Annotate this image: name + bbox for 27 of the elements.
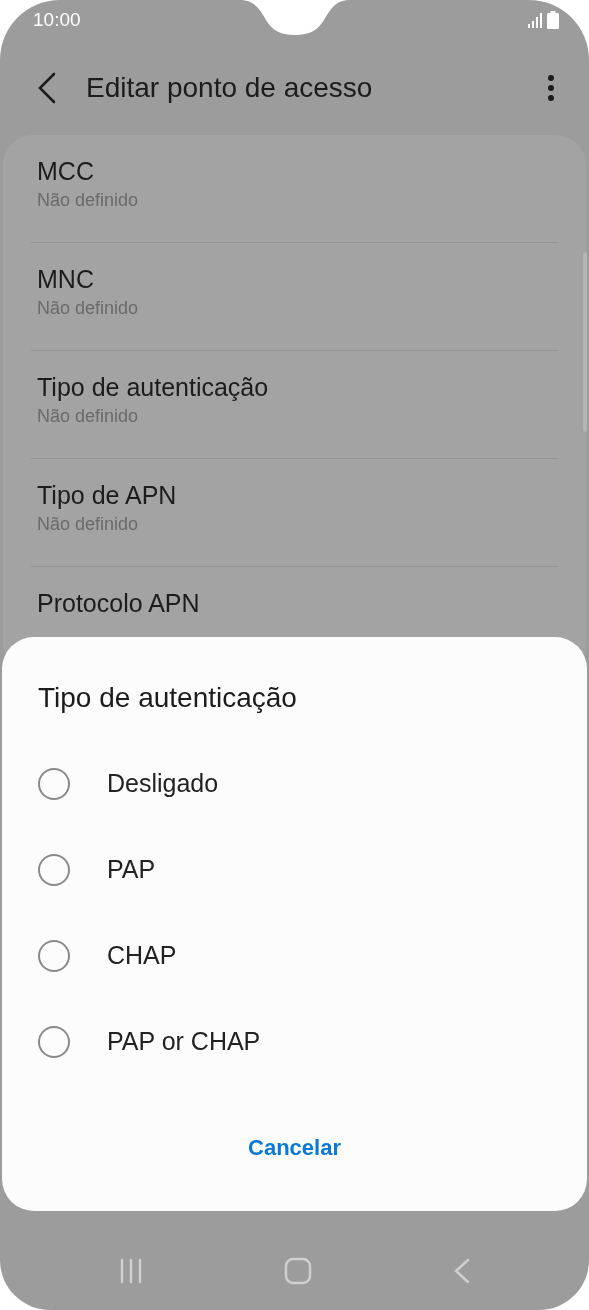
signal-icon: [527, 12, 543, 28]
radio-button[interactable]: [38, 854, 70, 886]
setting-value: Não definido: [37, 297, 140, 320]
status-time: 10:00: [33, 7, 81, 32]
page-title: Editar ponto de acesso: [86, 70, 374, 105]
setting-title[interactable]: MCC: [37, 155, 586, 187]
setting-value: Não definido: [37, 189, 140, 212]
radio-button[interactable]: [38, 940, 70, 972]
option-label[interactable]: Desligado: [107, 765, 219, 803]
radio-button[interactable]: [38, 768, 70, 800]
setting-title[interactable]: Protocolo APN: [37, 587, 586, 619]
setting-value: Não definido: [37, 405, 140, 428]
setting-title[interactable]: MNC: [37, 263, 586, 295]
option-label[interactable]: PAP or CHAP: [107, 1023, 261, 1061]
option-label[interactable]: PAP: [107, 851, 156, 889]
setting-value: Não definido: [37, 513, 140, 536]
back-button[interactable]: [36, 71, 58, 104]
setting-title[interactable]: Tipo de autenticação: [37, 371, 586, 403]
dialog-title: Tipo de autenticação: [38, 681, 298, 715]
setting-title[interactable]: Tipo de APN: [37, 479, 586, 511]
battery-icon: [547, 11, 559, 29]
back-icon[interactable]: [452, 1258, 471, 1284]
home-icon[interactable]: [284, 1257, 313, 1285]
more-options-button[interactable]: [547, 73, 555, 102]
option-label[interactable]: CHAP: [107, 937, 177, 975]
cancel-button[interactable]: Cancelar: [234, 1125, 355, 1170]
radio-button[interactable]: [38, 1026, 70, 1058]
